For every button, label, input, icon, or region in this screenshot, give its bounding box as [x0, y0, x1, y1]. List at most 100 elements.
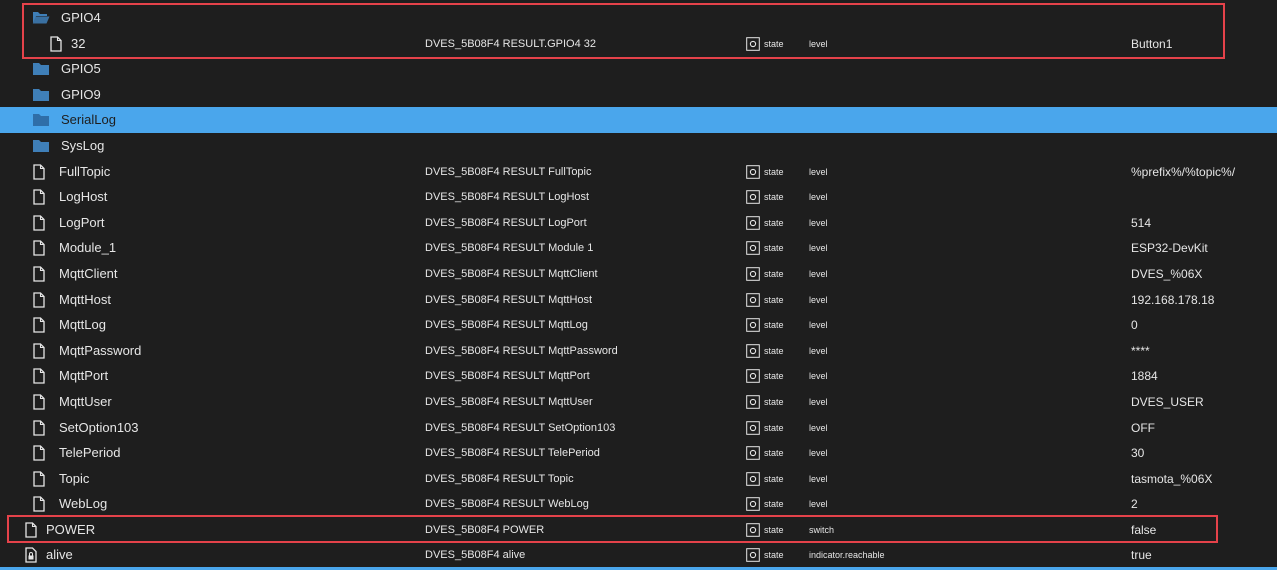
tree-row-mqttuser[interactable]: MqttUser DVES_5B08F4 RESULT MqttUser state… [0, 389, 1277, 415]
state-type-icon [746, 215, 760, 230]
tree-row-weblog[interactable]: WebLog DVES_5B08F4 RESULT WebLog state leve… [0, 491, 1277, 517]
object-value[interactable]: ESP32-DevKit [1131, 235, 1208, 261]
state-type-icon [746, 267, 760, 281]
object-role: level [809, 217, 828, 228]
tree-row-power[interactable]: POWER DVES_5B08F4 POWER state switch false [0, 517, 1277, 543]
object-value[interactable]: 0 [1131, 312, 1138, 338]
object-common-name: DVES_5B08F4 RESULT MqttUser [425, 395, 593, 408]
object-name: SysLog [61, 137, 105, 153]
object-value[interactable]: Button1 [1131, 31, 1172, 57]
object-type: state [764, 499, 784, 510]
object-role: level [809, 192, 828, 203]
object-role: level [809, 268, 828, 279]
state-type-icon [746, 36, 760, 51]
object-value[interactable]: 1884 [1131, 363, 1158, 389]
object-type: state [764, 473, 784, 484]
object-name: MqttClient [59, 265, 118, 281]
file-icon [32, 317, 49, 333]
folder-icon [32, 112, 49, 127]
object-type: state [764, 345, 784, 356]
tree-row-mqtthost[interactable]: MqttHost DVES_5B08F4 RESULT MqttHost state… [0, 287, 1277, 313]
object-role: level [809, 38, 828, 49]
tree-row-seriallog[interactable]: SerialLog [0, 107, 1277, 133]
file-icon [49, 35, 66, 52]
object-value[interactable]: false [1131, 517, 1156, 543]
file-icon [32, 266, 49, 282]
tree-row-mqttport[interactable]: MqttPort DVES_5B08F4 RESULT MqttPort state… [0, 363, 1277, 389]
state-type-icon [746, 164, 760, 179]
object-name: MqttPort [59, 368, 109, 384]
object-value[interactable]: 192.168.178.18 [1131, 287, 1214, 313]
object-value[interactable]: DVES_%06X [1131, 261, 1202, 287]
tree-row-topic[interactable]: Topic DVES_5B08F4 RESULT Topic state level t… [0, 466, 1277, 492]
tree-row-logport[interactable]: LogPort DVES_5B08F4 RESULT LogPort state le… [0, 210, 1277, 236]
object-name: 32 [71, 35, 86, 51]
file-icon [32, 419, 49, 436]
object-name: Module_1 [59, 240, 117, 256]
tree-row-loghost[interactable]: LogHost DVES_5B08F4 RESULT LogHost state le… [0, 184, 1277, 210]
object-type: state [764, 166, 784, 177]
object-name: FullTopic [59, 163, 111, 179]
object-value[interactable]: true [1131, 542, 1152, 568]
object-type: state [764, 320, 784, 331]
object-role: level [809, 448, 828, 459]
state-type-icon [746, 369, 760, 384]
tree-row-setoption103[interactable]: SetOption103 DVES_5B08F4 RESULT SetOption… [0, 415, 1277, 441]
state-type-icon [746, 190, 760, 204]
tree-row-gpio9[interactable]: GPIO9 [0, 82, 1277, 108]
object-type: state [764, 294, 784, 305]
object-value[interactable]: %prefix%/%topic%/ [1131, 159, 1235, 185]
object-tree: GPIO4 32 DVES_5B08F4 RESULT.GPIO4 32 state l… [0, 5, 1277, 568]
tree-row-teleperiod[interactable]: TelePeriod DVES_5B08F4 RESULT TelePeriod s… [0, 440, 1277, 466]
object-role: level [809, 422, 828, 433]
file-icon [32, 189, 49, 205]
object-name: MqttLog [59, 317, 106, 333]
tree-row-gpio4[interactable]: GPIO4 [0, 5, 1277, 31]
state-type-icon [746, 241, 760, 256]
file-icon [32, 343, 49, 359]
object-name: LogHost [59, 189, 108, 205]
object-value[interactable]: 30 [1131, 440, 1144, 466]
tree-row-module-1[interactable]: Module_1 DVES_5B08F4 RESULT Module 1 state… [0, 235, 1277, 261]
object-role: level [809, 243, 828, 254]
tree-row-gpio5[interactable]: GPIO5 [0, 56, 1277, 82]
file-icon [32, 291, 49, 308]
object-value[interactable]: 514 [1131, 210, 1151, 236]
tree-row-syslog[interactable]: SysLog [0, 133, 1277, 159]
tree-row-32[interactable]: 32 DVES_5B08F4 RESULT.GPIO4 32 state level B… [0, 31, 1277, 57]
object-value[interactable]: OFF [1131, 415, 1155, 441]
object-role: indicator.reachable [809, 550, 885, 561]
object-name: MqttUser [59, 393, 112, 409]
folder-icon [32, 87, 49, 102]
state-type-icon [746, 523, 760, 537]
tree-row-alive[interactable]: alive DVES_5B08F4 alive state indicator.rea… [0, 542, 1277, 568]
object-value[interactable]: 2 [1131, 491, 1138, 517]
object-type: state [764, 243, 784, 254]
file-icon [32, 368, 49, 384]
object-name: WebLog [59, 496, 108, 512]
file-icon [32, 240, 49, 256]
object-name: SerialLog [61, 112, 116, 128]
object-common-name: DVES_5B08F4 RESULT.GPIO4 32 [425, 37, 596, 50]
object-common-name: DVES_5B08F4 RESULT TelePeriod [425, 447, 600, 460]
object-common-name: DVES_5B08F4 POWER [425, 523, 545, 536]
object-common-name: DVES_5B08F4 RESULT MqttHost [425, 293, 593, 306]
folder-icon [32, 61, 49, 76]
state-type-icon [746, 420, 760, 435]
tree-row-mqttpassword[interactable]: MqttPassword DVES_5B08F4 RESULT MqttPassw… [0, 338, 1277, 364]
folder-open-icon [32, 10, 50, 25]
file-icon [32, 445, 49, 461]
object-common-name: DVES_5B08F4 RESULT FullTopic [425, 165, 592, 178]
tree-row-mqttclient[interactable]: MqttClient DVES_5B08F4 RESULT MqttClient s… [0, 261, 1277, 287]
state-type-icon [746, 343, 760, 358]
object-value[interactable]: tasmota_%06X [1131, 466, 1212, 492]
tree-row-fulltopic[interactable]: FullTopic DVES_5B08F4 RESULT FullTopic sta… [0, 159, 1277, 185]
object-value[interactable]: DVES_USER [1131, 389, 1204, 415]
object-type: state [764, 396, 784, 407]
object-value[interactable]: **** [1131, 338, 1150, 364]
object-role: level [809, 371, 828, 382]
tree-row-mqttlog[interactable]: MqttLog DVES_5B08F4 RESULT MqttLog state le… [0, 312, 1277, 338]
folder-icon [32, 138, 49, 153]
state-type-icon [746, 395, 760, 409]
object-role: level [809, 396, 828, 407]
